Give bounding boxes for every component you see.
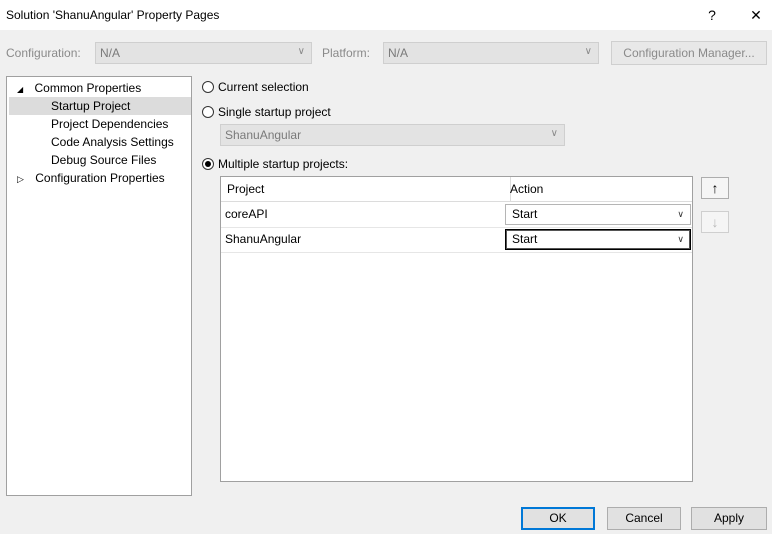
ok-button[interactable]: OK [521, 507, 595, 530]
chevron-down-icon: ∨ [297, 46, 305, 57]
column-header-project[interactable]: Project [221, 177, 511, 201]
platform-select[interactable]: N/A ∨ [383, 42, 599, 64]
cancel-button[interactable]: Cancel [607, 507, 681, 530]
tree-item-project-dependencies[interactable]: Project Dependencies [51, 115, 168, 133]
multiple-startup-option[interactable]: Multiple startup projects: [202, 155, 348, 173]
current-selection-radio[interactable] [202, 81, 214, 93]
tree-item-debug-source-files[interactable]: Debug Source Files [51, 151, 156, 169]
tree-item-code-analysis-settings[interactable]: Code Analysis Settings [51, 133, 174, 151]
single-startup-select[interactable]: ShanuAngular ∨ [220, 124, 565, 146]
configuration-label: Configuration: [6, 46, 81, 60]
single-startup-label: Single startup project [218, 105, 331, 119]
help-button[interactable]: ? [692, 0, 732, 30]
action-select[interactable]: Start ∨ [505, 229, 691, 250]
configuration-manager-button[interactable]: Configuration Manager... [611, 41, 767, 65]
project-name-cell: ShanuAngular [225, 232, 302, 246]
arrow-down-icon: ↓ [711, 214, 719, 230]
apply-button[interactable]: Apply [691, 507, 767, 530]
move-down-button[interactable]: ↓ [701, 211, 729, 233]
current-selection-option[interactable]: Current selection [202, 78, 309, 96]
platform-label: Platform: [322, 46, 371, 60]
table-row[interactable]: coreAPI Start ∨ [221, 202, 692, 228]
configuration-value: N/A [100, 46, 121, 60]
tree-item-label: Common Properties [34, 81, 142, 95]
project-name-cell: coreAPI [225, 207, 268, 221]
grid-header: Project Action [221, 177, 692, 202]
expanded-triangle-icon[interactable]: ◢ [17, 85, 23, 94]
single-startup-radio[interactable] [202, 106, 214, 118]
configuration-select[interactable]: N/A ∨ [95, 42, 312, 64]
action-value: Start [512, 232, 538, 246]
chevron-down-icon: ∨ [677, 234, 684, 244]
chevron-down-icon: ∨ [677, 209, 684, 219]
current-selection-label: Current selection [218, 80, 309, 94]
tree-item-configuration-properties[interactable]: ▷ Configuration Properties [17, 169, 165, 187]
table-row[interactable]: ShanuAngular Start ∨ [221, 227, 692, 253]
tree-item-startup-project[interactable]: Startup Project [9, 97, 191, 115]
collapsed-triangle-icon[interactable]: ▷ [17, 174, 24, 184]
action-select[interactable]: Start ∨ [505, 204, 691, 225]
column-header-action[interactable]: Action [504, 177, 698, 201]
arrow-up-icon: ↑ [711, 180, 719, 196]
tree-item-label: Startup Project [51, 99, 131, 113]
platform-value: N/A [388, 46, 409, 60]
startup-projects-grid: Project Action coreAPI Start ∨ ShanuAngu… [220, 176, 693, 482]
chevron-down-icon: ∨ [550, 128, 558, 139]
property-tree: ◢ Common Properties Startup Project Proj… [6, 76, 192, 496]
chevron-down-icon: ∨ [584, 46, 592, 57]
single-startup-value: ShanuAngular [225, 128, 302, 142]
close-icon: ✕ [750, 7, 762, 23]
multiple-startup-label: Multiple startup projects: [218, 157, 349, 171]
single-startup-option[interactable]: Single startup project [202, 103, 331, 121]
action-value: Start [512, 207, 538, 221]
move-up-button[interactable]: ↑ [701, 177, 729, 199]
multiple-startup-radio[interactable] [202, 158, 214, 170]
tree-item-label: Configuration Properties [35, 171, 165, 185]
tree-item-common-properties[interactable]: ◢ Common Properties [17, 79, 141, 97]
close-button[interactable]: ✕ [736, 0, 772, 30]
window-title: Solution 'ShanuAngular' Property Pages [6, 8, 220, 22]
